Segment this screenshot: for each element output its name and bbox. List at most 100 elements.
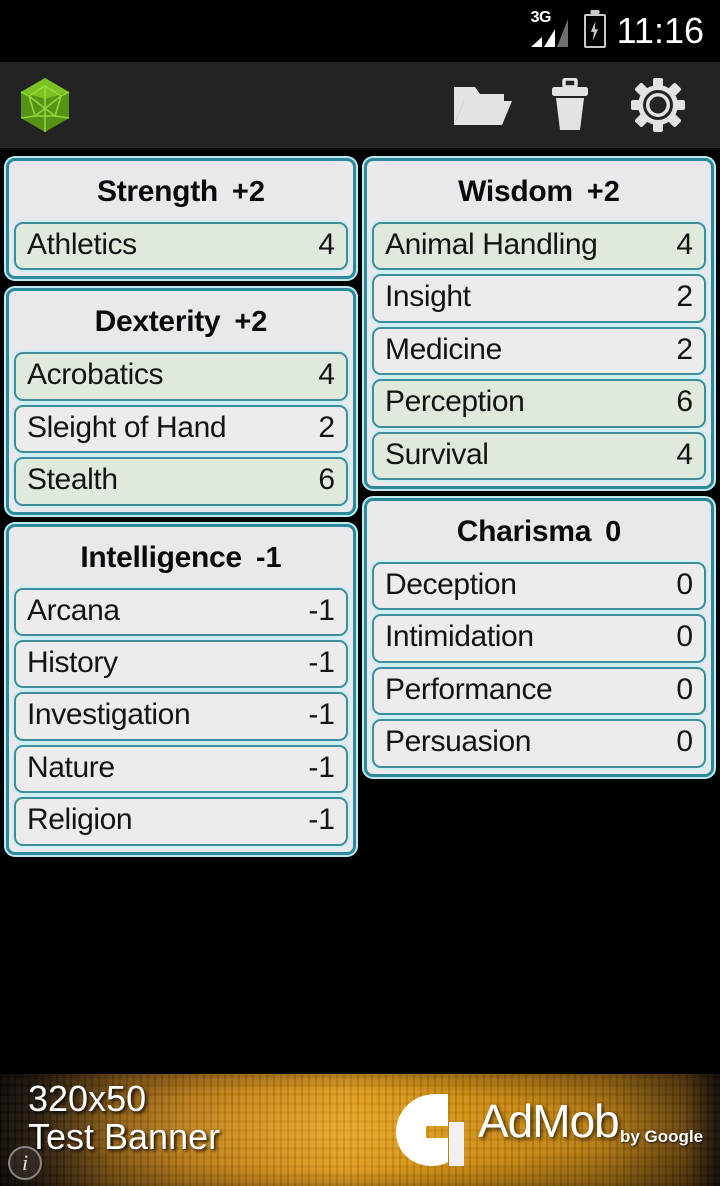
skill-value: 2 <box>318 410 335 444</box>
skill-name-label: Sleight of Hand <box>27 411 227 444</box>
skill-row[interactable]: History -1 <box>14 639 348 689</box>
skill-value: 4 <box>318 228 335 261</box>
skill-name-label: Performance <box>385 673 553 706</box>
ad-title-label: Test Banner <box>28 1115 221 1157</box>
ability-card: Dexterity +2 Acrobatics 4 Sleight of Hand 2 St… <box>6 288 356 515</box>
skill-name-label: Arcana <box>27 594 120 627</box>
ability-card: Charisma 0 Deception 0 Intimidation 0 Performa… <box>364 497 714 777</box>
skill-value: -1 <box>308 803 335 837</box>
left-column: Strength +2 Athletics 4 Dexterity +2 Acrobatic… <box>6 158 356 855</box>
skill-name-label: Perception <box>385 386 525 419</box>
skills-content: Strength +2 Athletics 4 Dexterity +2 Acrobatic… <box>0 150 720 1074</box>
skill-name-label: Acrobatics <box>27 359 164 392</box>
skill-name-label: Investigation <box>27 699 191 732</box>
ability-name-label: Strength <box>96 175 218 208</box>
skill-value: -1 <box>308 645 335 679</box>
skill-name-label: Animal Handling <box>385 229 598 261</box>
app-root: 3G 11:16 Strength +2 Athletics 4 Dexteri… <box>0 0 720 1186</box>
gear-icon <box>631 78 685 132</box>
skill-value: 2 <box>676 332 693 366</box>
skill-name-label: Stealth <box>27 464 118 497</box>
action-bar <box>0 62 720 150</box>
skill-value: -1 <box>308 593 335 627</box>
skill-value: 6 <box>318 463 335 497</box>
ad-headline: 320x50 Test Banner <box>28 1080 220 1156</box>
skill-row[interactable]: Arcana -1 <box>14 587 348 636</box>
skill-row[interactable]: Nature -1 <box>14 744 348 794</box>
skill-row[interactable]: Perception 6 <box>372 379 706 428</box>
skill-value: 2 <box>676 280 693 314</box>
battery-charging-icon <box>583 14 606 48</box>
ability-card-header[interactable]: Dexterity +2 <box>14 296 348 349</box>
ability-card-header[interactable]: Intelligence -1 <box>14 531 348 584</box>
skill-value: 0 <box>676 725 693 759</box>
ability-card: Strength +2 Athletics 4 <box>6 158 356 280</box>
skill-row[interactable]: Performance 0 <box>372 666 706 716</box>
skill-row[interactable]: Stealth 6 <box>14 457 348 506</box>
lightning-bolt-glyph <box>590 21 599 41</box>
skill-row[interactable]: Medicine 2 <box>372 326 706 376</box>
ability-name-label: Charisma <box>456 514 592 548</box>
ability-card-header[interactable]: Charisma 0 <box>372 505 706 558</box>
skill-name-label: Deception <box>385 568 517 601</box>
ad-size-label: 320x50 <box>28 1078 147 1119</box>
skill-value: 4 <box>676 228 693 261</box>
skill-row[interactable]: Sleight of Hand 2 <box>14 404 348 454</box>
skill-row[interactable]: Survival 4 <box>372 431 706 480</box>
skill-row[interactable]: Religion -1 <box>14 797 348 846</box>
skill-name-label: Intimidation <box>385 621 534 654</box>
signal-bars-glyph <box>530 19 568 47</box>
skill-row[interactable]: Intimidation 0 <box>372 614 706 663</box>
settings-button[interactable] <box>614 69 702 141</box>
ability-card-header[interactable]: Wisdom +2 <box>372 166 706 218</box>
skill-value: -1 <box>308 698 335 732</box>
skill-name-label: Persuasion <box>385 726 532 759</box>
skill-name-label: Medicine <box>385 333 502 366</box>
skill-value: -1 <box>308 750 335 784</box>
status-bar-right-cluster: 3G 11:16 <box>530 10 704 51</box>
skill-row[interactable]: Investigation -1 <box>14 692 348 741</box>
skill-row[interactable]: Animal Handling 4 <box>372 222 706 271</box>
ability-modifier-value: +2 <box>234 306 268 339</box>
ability-card-header[interactable]: Strength +2 <box>14 166 348 218</box>
info-circle-icon[interactable]: i <box>8 1146 42 1180</box>
skill-value: 4 <box>676 437 693 471</box>
trash-icon <box>552 78 588 130</box>
ad-banner[interactable]: 320x50 Test Banner i AdMob by Google <box>0 1074 720 1186</box>
skill-name-label: Religion <box>27 804 133 837</box>
ad-byline-label: by Google <box>620 1127 704 1146</box>
skill-name-label: History <box>27 646 118 679</box>
ability-name-label: Dexterity <box>94 305 221 339</box>
status-bar-clock: 11:16 <box>616 10 704 51</box>
ability-name-label: Intelligence <box>80 540 242 574</box>
ability-modifier-value: +2 <box>231 176 265 208</box>
ability-modifier-value: -1 <box>255 541 282 574</box>
skill-row[interactable]: Acrobatics 4 <box>14 352 348 401</box>
ability-card: Wisdom +2 Animal Handling 4 Insight 2 Medicine… <box>364 158 714 489</box>
admob-logo-icon <box>396 1094 464 1166</box>
skill-name-label: Survival <box>385 438 489 471</box>
skill-row[interactable]: Insight 2 <box>372 274 706 323</box>
skill-row[interactable]: Persuasion 0 <box>372 719 706 768</box>
signal-bars-icon: 3G <box>530 10 573 49</box>
d20-dice-glyph <box>20 78 70 132</box>
ability-card: Intelligence -1 Arcana -1 History -1 Investiga… <box>6 523 356 855</box>
skill-name-label: Nature <box>27 751 115 784</box>
skill-row[interactable]: Deception 0 <box>372 561 706 611</box>
skill-name-label: Insight <box>385 281 471 314</box>
ability-modifier-value: 0 <box>605 515 622 548</box>
delete-button[interactable] <box>526 69 614 141</box>
ability-name-label: Wisdom <box>458 175 573 208</box>
right-column: Wisdom +2 Animal Handling 4 Insight 2 Medicine… <box>364 158 714 777</box>
skill-value: 0 <box>676 620 693 654</box>
ability-modifier-value: +2 <box>586 176 620 208</box>
status-bar: 3G 11:16 <box>0 0 720 62</box>
folder-open-icon <box>454 87 512 125</box>
skill-row[interactable]: Athletics 4 <box>14 222 348 271</box>
skill-value: 0 <box>676 672 693 706</box>
ad-brand-label: AdMob <box>478 1095 620 1147</box>
open-folder-button[interactable] <box>438 69 526 141</box>
skill-name-label: Athletics <box>27 229 137 261</box>
skill-value: 0 <box>676 567 693 601</box>
d20-dice-icon[interactable] <box>14 74 76 136</box>
